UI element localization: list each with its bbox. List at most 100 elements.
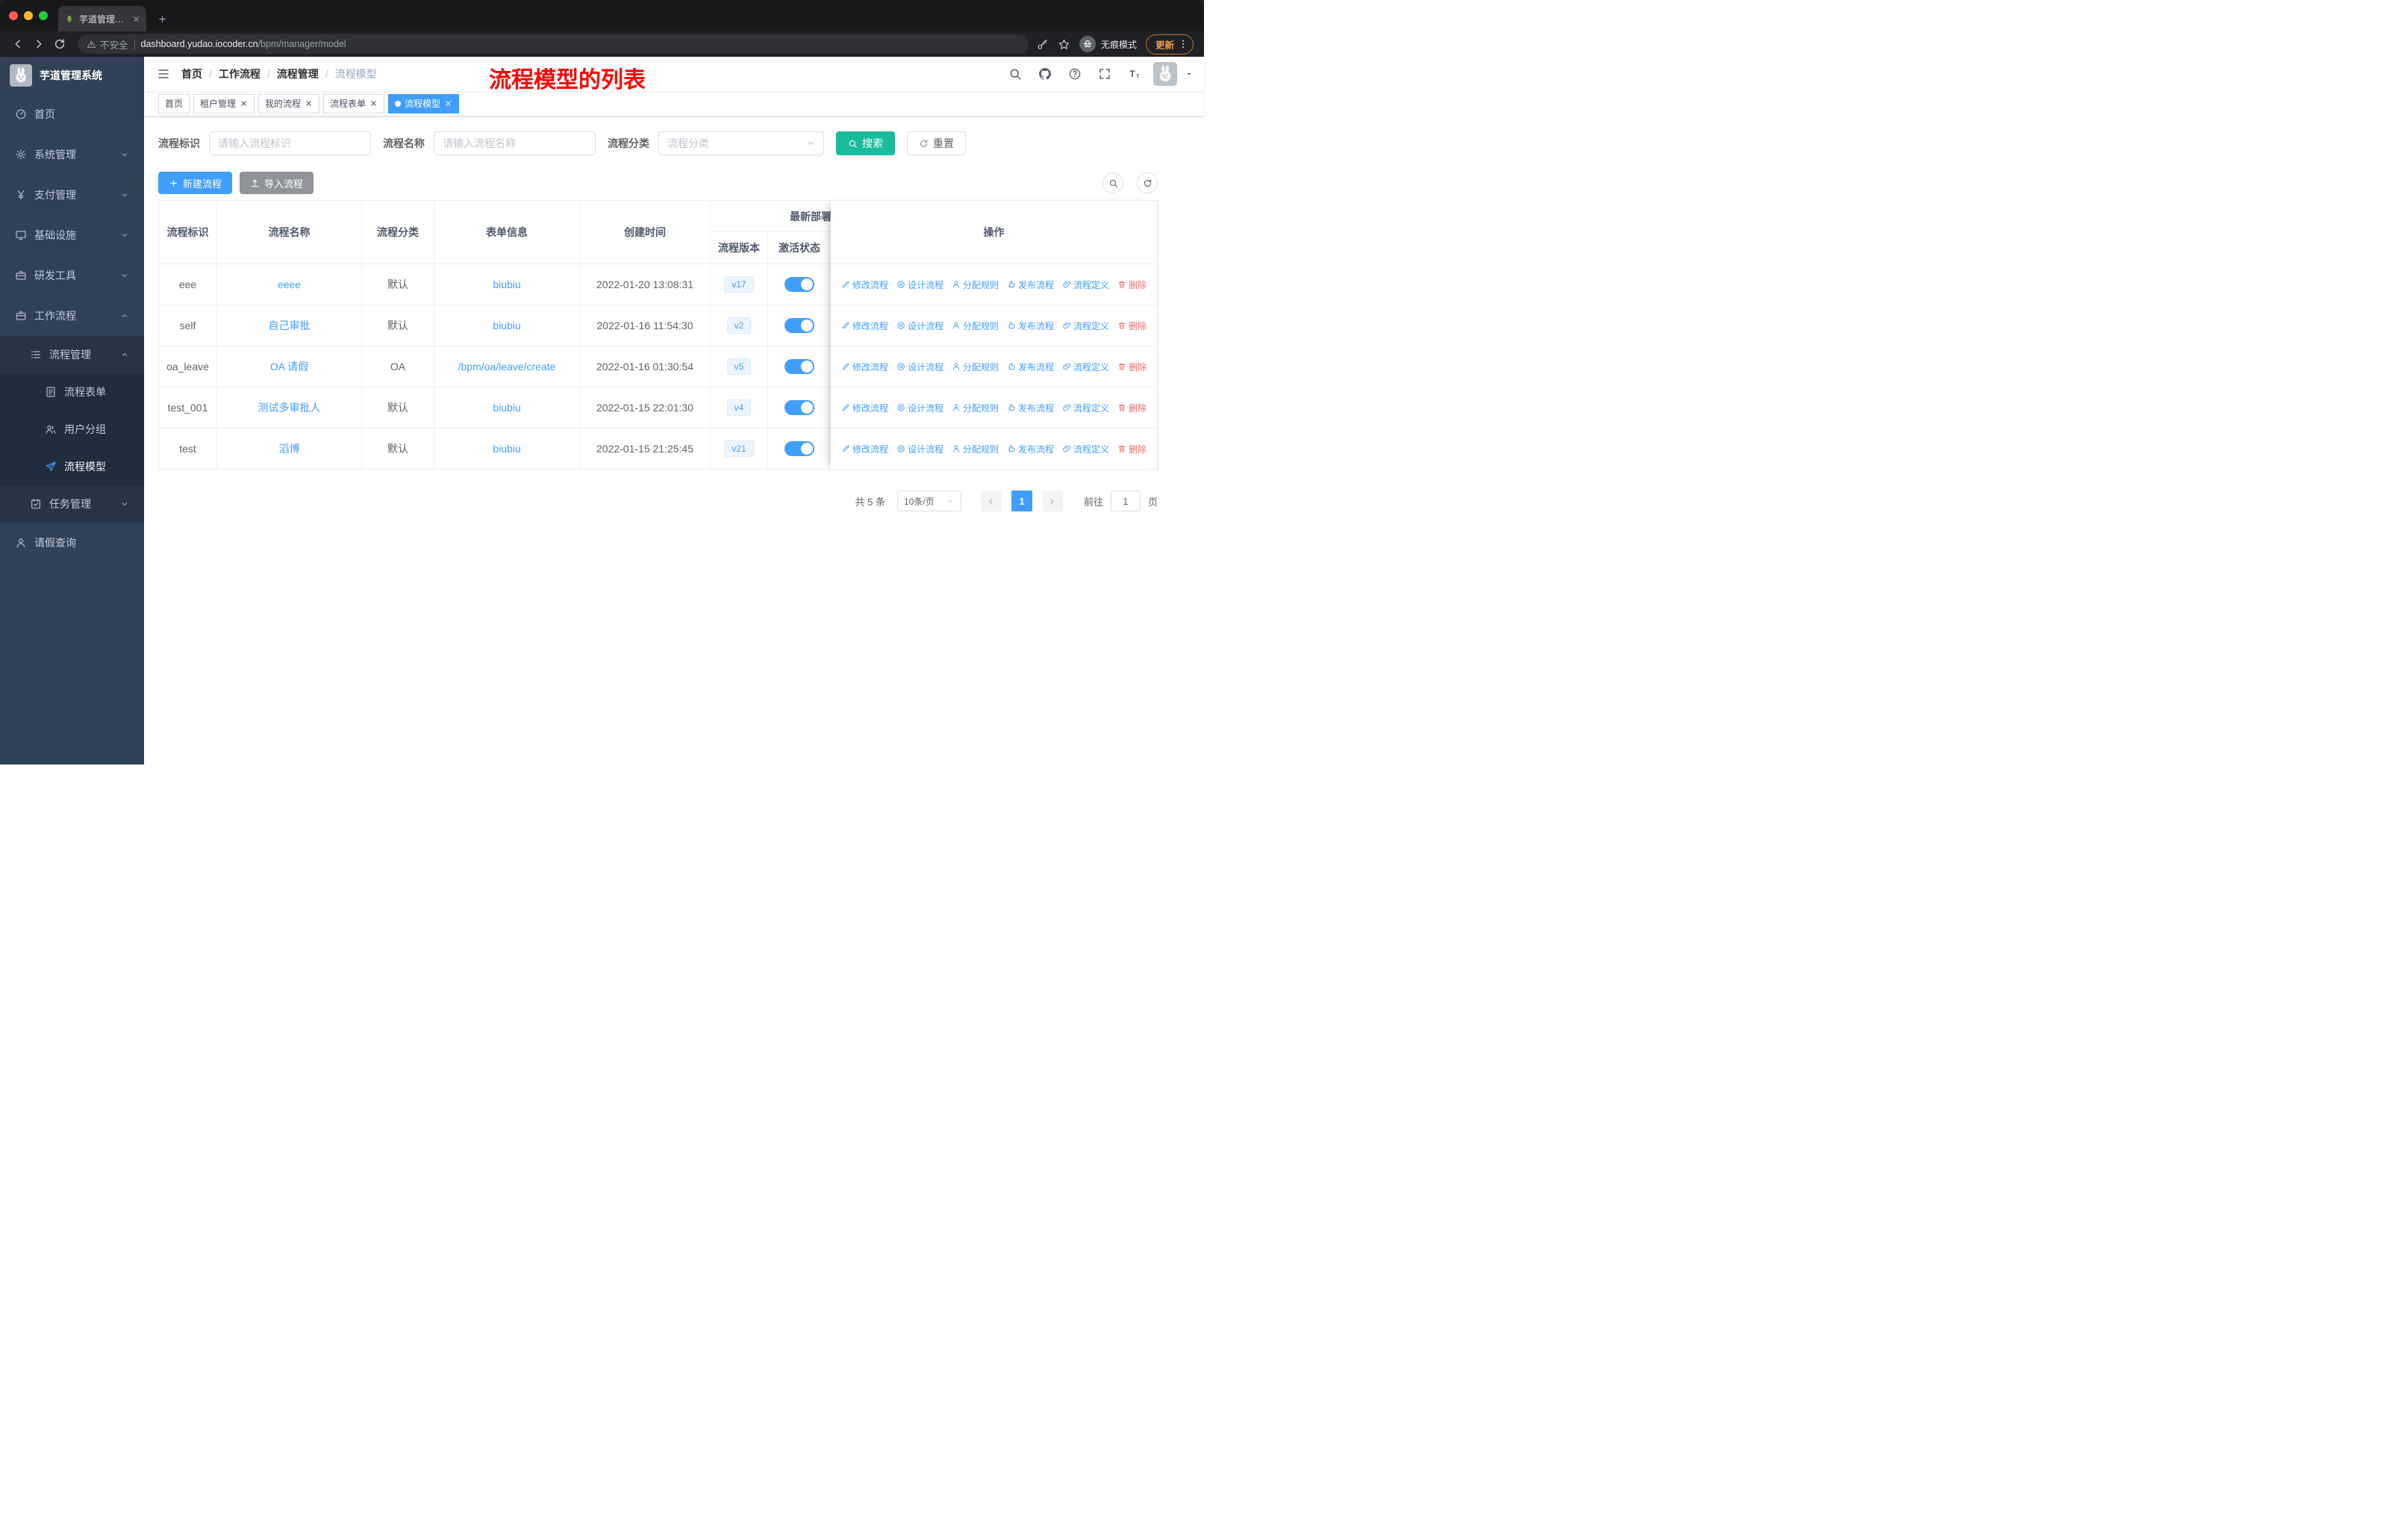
action-process-definition[interactable]: 流程定义: [1062, 320, 1109, 332]
help-button[interactable]: [1064, 63, 1086, 85]
active-status-switch[interactable]: [785, 400, 814, 415]
form-info-link[interactable]: biubiu: [493, 402, 520, 414]
close-icon[interactable]: [369, 99, 378, 108]
minimize-window-button[interactable]: [24, 11, 33, 20]
prev-page-button[interactable]: [980, 491, 1002, 511]
action-delete[interactable]: 删除: [1117, 320, 1147, 332]
action-assign-rule[interactable]: 分配规则: [952, 320, 999, 332]
sidebar-item-process-form[interactable]: 流程表单: [0, 373, 144, 411]
sidebar-item-leave-query[interactable]: 请假查询: [0, 523, 144, 563]
new-tab-button[interactable]: [152, 9, 172, 28]
model-name-link[interactable]: 测试多审批人: [258, 402, 321, 414]
browser-tab[interactable]: 芋道管理系统: [58, 6, 146, 31]
reset-button[interactable]: 重置: [907, 131, 966, 155]
bookmark-star-icon[interactable]: [1058, 38, 1070, 51]
font-size-button[interactable]: [1123, 63, 1146, 85]
close-window-button[interactable]: [9, 11, 18, 20]
sidebar-item-process-model[interactable]: 流程模型: [0, 448, 144, 485]
action-publish-process[interactable]: 发布流程: [1007, 320, 1054, 332]
sidebar-item-payment-manage[interactable]: 支付管理: [0, 175, 144, 215]
forward-button[interactable]: [28, 34, 49, 55]
action-design-process[interactable]: 设计流程: [896, 320, 943, 332]
action-assign-rule[interactable]: 分配规则: [952, 443, 999, 455]
action-design-process[interactable]: 设计流程: [896, 361, 943, 373]
tag-process-model[interactable]: 流程模型: [388, 93, 460, 113]
action-modify-process[interactable]: 修改流程: [841, 402, 888, 414]
sidebar-logo[interactable]: 芋道管理系统: [0, 57, 144, 94]
reload-button[interactable]: [49, 34, 70, 55]
url-bar[interactable]: 不安全 dashboard.yudao.iocoder.cn/bpm/manag…: [78, 34, 1029, 54]
active-status-switch[interactable]: [785, 318, 814, 333]
sidebar-item-task-manage[interactable]: 任务管理: [0, 485, 144, 523]
active-status-switch[interactable]: [785, 359, 814, 374]
zoom-window-button[interactable]: [39, 11, 48, 20]
sidebar-item-system-manage[interactable]: 系统管理: [0, 134, 144, 175]
goto-page-input[interactable]: [1110, 491, 1141, 511]
tag-my-process[interactable]: 我的流程: [258, 93, 320, 113]
close-icon[interactable]: [305, 99, 313, 108]
action-assign-rule[interactable]: 分配规则: [952, 402, 999, 414]
action-publish-process[interactable]: 发布流程: [1007, 443, 1054, 455]
action-process-definition[interactable]: 流程定义: [1062, 278, 1109, 291]
breadcrumb-item[interactable]: 工作流程: [219, 66, 261, 81]
action-design-process[interactable]: 设计流程: [896, 443, 943, 455]
header-search-button[interactable]: [1004, 63, 1026, 85]
model-name-link[interactable]: 自己审批: [269, 320, 311, 331]
process-name-input[interactable]: [434, 131, 596, 155]
action-design-process[interactable]: 设计流程: [896, 402, 943, 414]
form-info-link[interactable]: biubiu: [493, 443, 520, 455]
close-tab-icon[interactable]: [132, 15, 140, 23]
sidebar-item-infrastructure[interactable]: 基础设施: [0, 215, 144, 255]
password-key-icon[interactable]: [1036, 38, 1049, 51]
action-delete[interactable]: 删除: [1117, 402, 1147, 414]
process-category-select[interactable]: 流程分类: [658, 131, 824, 155]
sidebar-item-user-group[interactable]: 用户分组: [0, 411, 144, 448]
sidebar-item-dev-tools[interactable]: 研发工具: [0, 255, 144, 296]
collapse-sidebar-button[interactable]: [150, 60, 177, 87]
action-modify-process[interactable]: 修改流程: [841, 278, 888, 291]
active-status-switch[interactable]: [785, 441, 814, 456]
sidebar-item-workflow[interactable]: 工作流程: [0, 296, 144, 336]
next-page-button[interactable]: [1041, 491, 1063, 511]
sidebar-item-process-manage[interactable]: 流程管理: [0, 336, 144, 373]
caret-down-icon[interactable]: [1185, 69, 1194, 78]
user-avatar[interactable]: [1153, 62, 1177, 86]
action-delete[interactable]: 删除: [1117, 443, 1147, 455]
import-process-button[interactable]: 导入流程: [240, 172, 314, 194]
form-info-link[interactable]: biubiu: [493, 278, 520, 290]
sidebar-item-home[interactable]: 首页: [0, 94, 144, 134]
action-process-definition[interactable]: 流程定义: [1062, 361, 1109, 373]
action-design-process[interactable]: 设计流程: [896, 278, 943, 291]
fullscreen-button[interactable]: [1094, 63, 1116, 85]
close-icon[interactable]: [444, 99, 452, 108]
action-delete[interactable]: 删除: [1117, 361, 1147, 373]
action-process-definition[interactable]: 流程定义: [1062, 402, 1109, 414]
action-publish-process[interactable]: 发布流程: [1007, 278, 1054, 291]
action-delete[interactable]: 删除: [1117, 278, 1147, 291]
create-process-button[interactable]: 新建流程: [158, 172, 233, 194]
process-id-input[interactable]: [209, 131, 371, 155]
page-size-select[interactable]: 10条/页: [896, 491, 961, 511]
search-button[interactable]: 搜索: [836, 131, 895, 155]
breadcrumb-item[interactable]: 首页: [181, 66, 202, 81]
tag-home[interactable]: 首页: [158, 93, 190, 113]
model-name-link[interactable]: 滔博: [279, 443, 300, 455]
action-modify-process[interactable]: 修改流程: [841, 443, 888, 455]
action-modify-process[interactable]: 修改流程: [841, 361, 888, 373]
action-modify-process[interactable]: 修改流程: [841, 320, 888, 332]
toggle-search-button[interactable]: [1102, 172, 1123, 193]
back-button[interactable]: [7, 34, 28, 55]
tag-tenant-manage[interactable]: 租户管理: [193, 93, 255, 113]
form-info-link[interactable]: /bpm/oa/leave/create: [458, 361, 556, 373]
action-publish-process[interactable]: 发布流程: [1007, 402, 1054, 414]
page-number-button[interactable]: 1: [1011, 491, 1032, 511]
security-chip[interactable]: 不安全: [87, 37, 128, 52]
breadcrumb-item[interactable]: 流程管理: [277, 66, 319, 81]
tag-process-form[interactable]: 流程表单: [323, 93, 385, 113]
close-icon[interactable]: [240, 99, 248, 108]
action-publish-process[interactable]: 发布流程: [1007, 361, 1054, 373]
menu-dots-icon[interactable]: [1178, 39, 1188, 49]
model-name-link[interactable]: OA 请假: [270, 361, 308, 373]
github-button[interactable]: [1034, 63, 1056, 85]
action-assign-rule[interactable]: 分配规则: [952, 361, 999, 373]
